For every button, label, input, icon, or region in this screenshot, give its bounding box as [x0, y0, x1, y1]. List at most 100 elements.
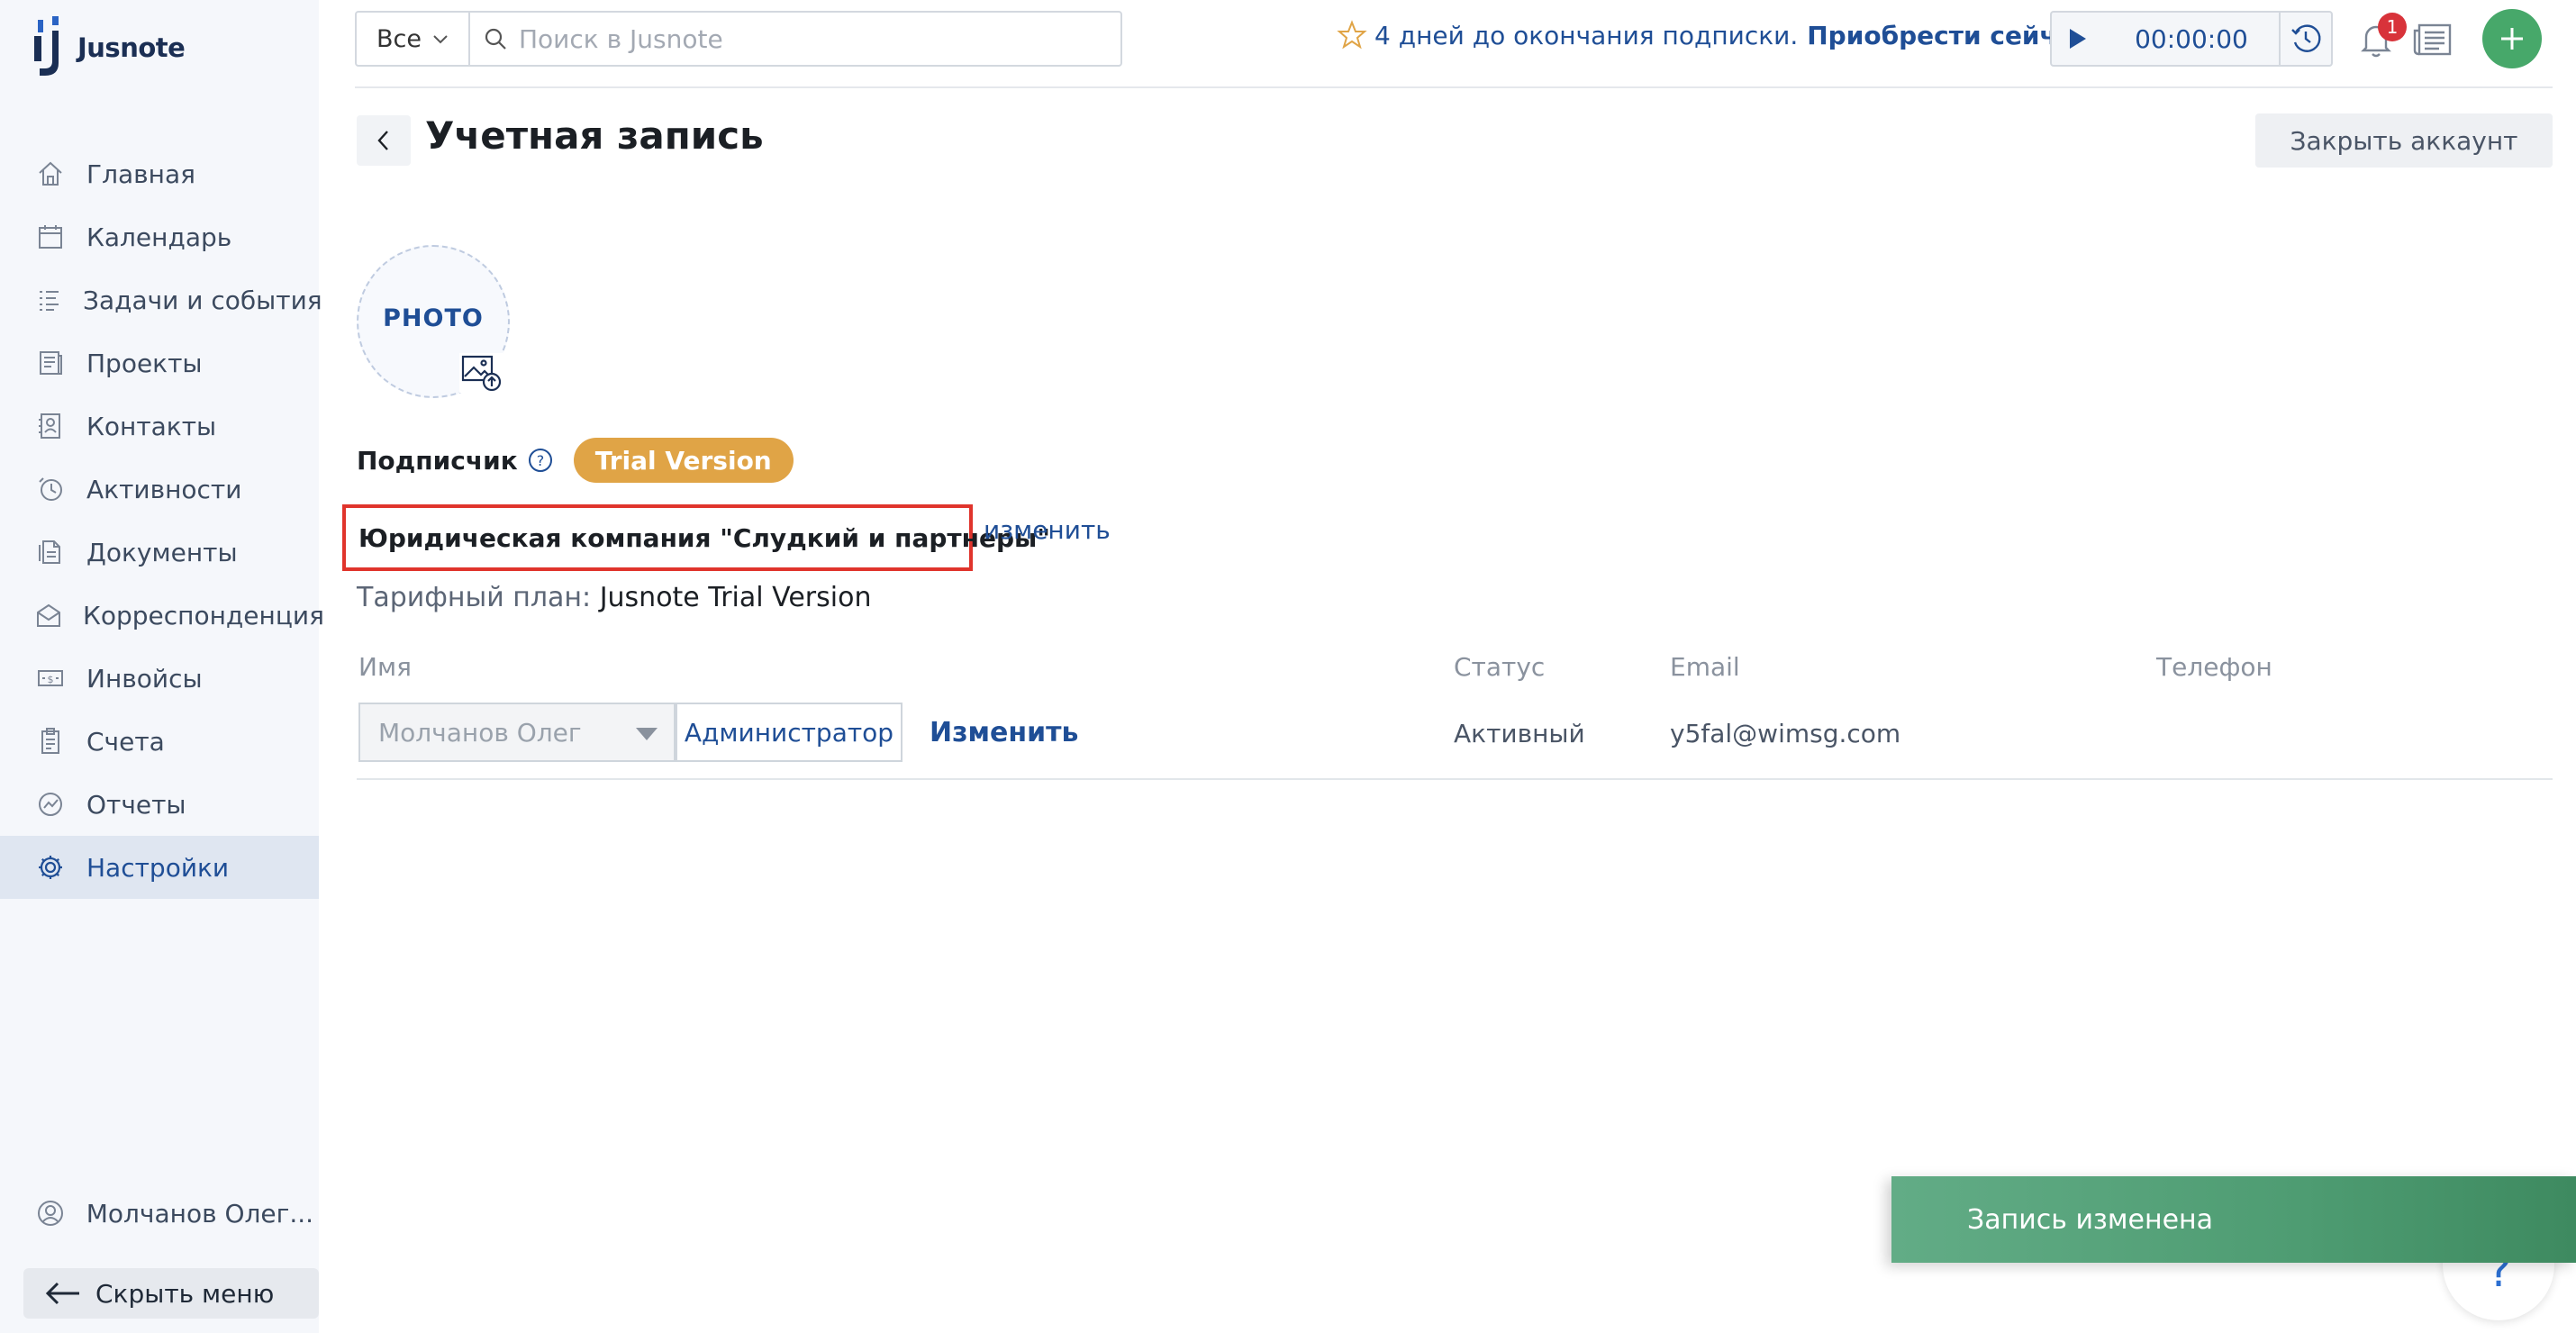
sidebar-item-label: Главная [86, 159, 195, 189]
sidebar-item-label: Инвойсы [86, 663, 203, 694]
toast-notification: Запись изменена [1891, 1176, 2576, 1263]
mail-icon [34, 599, 63, 631]
gear-icon [34, 851, 67, 884]
logo[interactable]: Jusnote [31, 16, 186, 79]
svg-text:$: $ [48, 674, 54, 685]
chevron-left-icon [377, 131, 388, 150]
sidebar-item-correspondence[interactable]: Корреспонденция [0, 584, 324, 647]
search-filter-value: Все [376, 24, 422, 53]
sidebar-item-label: Отчеты [86, 789, 186, 820]
sidebar-item-contacts[interactable]: Контакты [0, 394, 319, 458]
column-header-phone: Телефон [2156, 652, 2272, 682]
sidebar-item-tasks[interactable]: Задачи и события [0, 268, 322, 331]
news-icon[interactable] [2412, 20, 2454, 59]
help-icon[interactable]: ? [527, 447, 554, 474]
logo-text: Jusnote [77, 32, 186, 63]
svg-text:?: ? [536, 452, 544, 469]
sidebar-item-label: Календарь [86, 222, 232, 252]
jusnote-logo-icon [34, 16, 59, 76]
plan-label: Тарифный план: [357, 582, 592, 613]
sidebar-item-home[interactable]: Главная [0, 142, 319, 205]
sidebar-item-reports[interactable]: Отчеты [0, 773, 319, 836]
sidebar-item-invoices[interactable]: $ Инвойсы [0, 647, 319, 710]
sidebar-item-label: Проекты [86, 348, 203, 378]
sidebar-item-accounts[interactable]: Счета [0, 710, 319, 773]
contacts-icon [34, 410, 67, 442]
table-row: Молчанов Олег Администратор Изменить Акт… [357, 701, 2553, 780]
play-icon [2070, 29, 2086, 49]
sidebar-user-name: Молчанов Олег... [86, 1198, 314, 1229]
caret-down-icon [636, 728, 658, 740]
status-cell: Активный [1454, 719, 1585, 748]
user-select-value: Молчанов Олег [378, 717, 582, 748]
sidebar-item-projects[interactable]: Проекты [0, 331, 319, 394]
sidebar-item-calendar[interactable]: Календарь [0, 205, 319, 268]
buy-now-link[interactable]: Приобрести сейчас [1807, 21, 2089, 50]
sidebar-item-label: Настройки [86, 852, 230, 883]
plan-value: Jusnote Trial Version [599, 582, 872, 613]
sidebar-item-settings[interactable]: Настройки [0, 836, 319, 899]
user-icon [34, 1197, 67, 1229]
sidebar-nav: Главная Календарь Задачи и события Проек… [0, 142, 324, 899]
sidebar-item-documents[interactable]: Документы [0, 521, 319, 584]
sidebar-user[interactable]: Молчанов Олег... [0, 1182, 319, 1245]
sidebar-item-activity[interactable]: Активности [0, 458, 319, 521]
top-bar: Все 4 дней до окончания подписки. Приобр… [355, 9, 2553, 77]
calendar-icon [34, 221, 67, 253]
plus-icon [2501, 28, 2523, 50]
reports-icon [34, 788, 67, 821]
chevron-down-icon [433, 35, 448, 44]
subscriber-row: Подписчик ? Trial Version [357, 438, 794, 483]
activity-icon [34, 473, 67, 505]
column-header-email: Email [1670, 652, 1740, 682]
timer-history-button[interactable] [2279, 13, 2331, 65]
company-name: Юридическая компания "Слудкий и партнеры… [358, 522, 1050, 553]
sidebar-item-label: Задачи и события [83, 285, 322, 315]
sidebar-item-label: Счета [86, 726, 165, 757]
notifications-badge: 1 [2378, 13, 2407, 41]
invoice-icon: $ [34, 662, 67, 694]
back-button[interactable] [357, 115, 411, 166]
star-icon [1337, 20, 1367, 50]
timer-play-button[interactable] [2052, 13, 2104, 65]
search-icon [485, 28, 506, 50]
hide-menu-button[interactable]: Скрыть меню [23, 1268, 319, 1319]
sidebar-item-label: Активности [86, 474, 242, 504]
subscriber-label: Подписчик [357, 445, 518, 476]
row-edit-link[interactable]: Изменить [930, 717, 1079, 748]
photo-upload[interactable]: PHOTO [357, 245, 510, 398]
image-upload-icon [459, 353, 503, 393]
search-input[interactable] [519, 23, 1095, 54]
hide-menu-label: Скрыть меню [95, 1278, 275, 1309]
documents-icon [34, 536, 67, 568]
photo-label: PHOTO [383, 304, 484, 332]
projects-icon [34, 347, 67, 379]
sidebar-item-label: Контакты [86, 411, 217, 441]
user-select[interactable]: Молчанов Олег [358, 703, 676, 762]
plan-row: Тарифный план: Jusnote Trial Version [357, 582, 871, 613]
trial-badge: Trial Version [573, 438, 794, 483]
sidebar-item-label: Документы [86, 537, 238, 567]
arrow-left-icon [45, 1282, 79, 1305]
column-header-name: Имя [358, 652, 412, 682]
close-account-button[interactable]: Закрыть аккаунт [2255, 113, 2553, 168]
tasks-icon [34, 284, 63, 316]
toast-message: Запись изменена [1967, 1203, 2214, 1236]
sidebar: Jusnote Главная Календарь Задачи и событ… [0, 0, 324, 1333]
column-header-status: Статус [1454, 652, 1546, 682]
search-group: Все [355, 11, 1122, 67]
subscription-text: 4 дней до окончания подписки. [1374, 20, 1799, 50]
company-name-highlight: Юридическая компания "Слудкий и партнеры… [342, 504, 1050, 571]
company-edit-link[interactable]: изменить [984, 515, 1111, 545]
timer-value: 00:00:00 [2135, 23, 2248, 54]
page-title: Учетная запись [425, 113, 764, 158]
search-filter-select[interactable]: Все [357, 13, 470, 65]
role-button[interactable]: Администратор [676, 703, 903, 762]
clock-history-icon [2291, 24, 2321, 52]
subscription-notice: 4 дней до окончания подписки. Приобрести… [1337, 20, 2089, 50]
add-button[interactable] [2482, 9, 2542, 68]
accounts-icon [34, 725, 67, 757]
top-divider [355, 86, 2553, 88]
email-cell: y5fal@wimsg.com [1670, 719, 1901, 748]
timer-widget: 00:00:00 [2050, 11, 2333, 67]
